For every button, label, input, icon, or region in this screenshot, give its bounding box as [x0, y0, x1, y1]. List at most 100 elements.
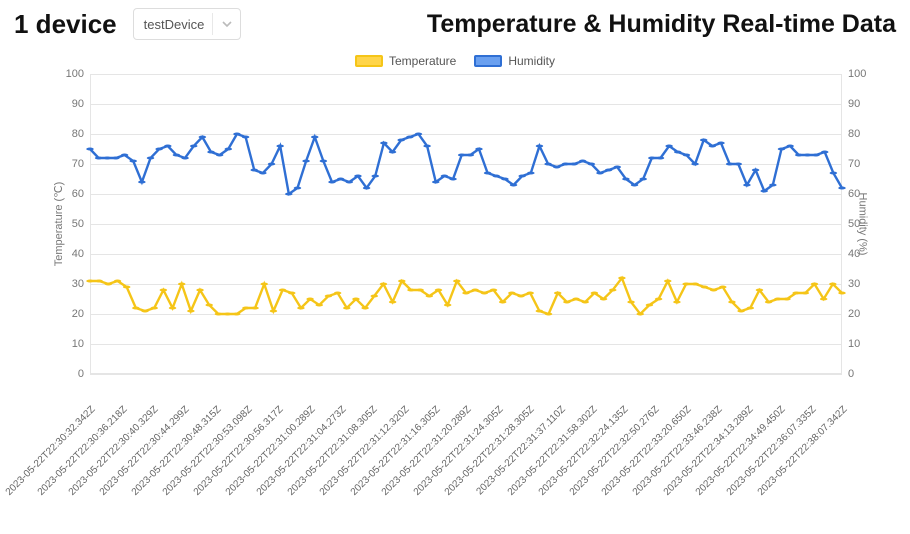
- data-point: [276, 145, 284, 148]
- data-point: [517, 295, 525, 298]
- data-point: [726, 163, 734, 166]
- data-point: [181, 157, 189, 160]
- data-point: [389, 151, 397, 154]
- data-point: [224, 313, 232, 316]
- data-point: [838, 292, 846, 295]
- device-select[interactable]: testDevice: [133, 8, 242, 40]
- data-point: [717, 142, 725, 145]
- plot: 0010102020303040405050606070708080909010…: [90, 74, 842, 374]
- data-point: [147, 157, 155, 160]
- data-point: [591, 292, 599, 295]
- y-tick-right: 50: [848, 218, 874, 230]
- data-point: [406, 136, 414, 139]
- data-point: [337, 178, 345, 181]
- data-point: [812, 154, 820, 157]
- data-point: [795, 154, 803, 157]
- data-point: [129, 160, 137, 163]
- data-point: [114, 280, 122, 283]
- legend-swatch-temperature: [355, 55, 383, 67]
- y-tick-right: 80: [848, 128, 874, 140]
- data-point: [700, 139, 708, 142]
- legend-item-humidity[interactable]: Humidity: [474, 54, 555, 68]
- data-point: [462, 292, 470, 295]
- data-point: [639, 178, 647, 181]
- y-tick-right: 10: [848, 338, 874, 350]
- legend: Temperature Humidity: [0, 54, 910, 68]
- legend-item-temperature[interactable]: Temperature: [355, 54, 456, 68]
- data-point: [778, 148, 786, 151]
- data-point: [138, 181, 146, 184]
- data-point: [361, 307, 369, 310]
- data-point: [510, 184, 518, 187]
- legend-swatch-humidity: [474, 55, 502, 67]
- data-point: [769, 184, 777, 187]
- data-point: [765, 301, 773, 304]
- data-point: [783, 298, 791, 301]
- data-point: [306, 298, 314, 301]
- y-tick-right: 90: [848, 98, 874, 110]
- data-point: [646, 304, 654, 307]
- data-point: [683, 154, 691, 157]
- data-point: [453, 280, 461, 283]
- data-point: [760, 190, 768, 193]
- data-point: [415, 133, 423, 136]
- chart-area: Temperature (℃) Humidity (%) 00101020203…: [18, 74, 892, 374]
- data-point: [334, 292, 342, 295]
- data-point: [527, 172, 535, 175]
- data-point: [735, 163, 743, 166]
- data-point: [710, 289, 718, 292]
- data-point: [190, 145, 198, 148]
- y-tick-left: 50: [60, 218, 84, 230]
- y-tick-right: 20: [848, 308, 874, 320]
- data-point: [423, 145, 431, 148]
- data-point: [389, 301, 397, 304]
- data-point: [352, 298, 360, 301]
- data-point: [458, 154, 466, 157]
- data-point: [596, 172, 604, 175]
- data-point: [622, 178, 630, 181]
- data-point: [225, 148, 233, 151]
- data-point: [86, 148, 94, 151]
- data-point: [251, 307, 259, 310]
- data-point: [371, 295, 379, 298]
- data-point: [121, 154, 129, 157]
- data-point: [242, 307, 250, 310]
- data-point: [416, 289, 424, 292]
- data-point: [490, 289, 498, 292]
- data-point: [709, 145, 717, 148]
- data-point: [160, 289, 168, 292]
- data-point: [207, 151, 215, 154]
- data-point: [311, 136, 319, 139]
- data-point: [774, 298, 782, 301]
- data-point: [492, 175, 500, 178]
- y-tick-left: 90: [60, 98, 84, 110]
- data-point: [398, 280, 406, 283]
- data-point: [581, 301, 589, 304]
- data-point: [371, 175, 379, 178]
- data-point: [665, 145, 673, 148]
- data-point: [285, 193, 293, 196]
- y-tick-left: 100: [60, 68, 84, 80]
- y-tick-right: 70: [848, 158, 874, 170]
- data-point: [164, 145, 172, 148]
- device-count: 1 device: [14, 9, 117, 40]
- data-point: [579, 160, 587, 163]
- data-point: [820, 298, 828, 301]
- data-point: [631, 184, 639, 187]
- data-point: [294, 187, 302, 190]
- data-point: [609, 289, 617, 292]
- data-point: [441, 175, 449, 178]
- data-point: [618, 277, 626, 280]
- grid-line: [90, 374, 842, 375]
- data-point: [250, 169, 258, 172]
- data-point: [614, 166, 622, 169]
- data-point: [316, 304, 324, 307]
- y-tick-left: 10: [60, 338, 84, 350]
- y-tick-left: 30: [60, 278, 84, 290]
- data-point: [104, 157, 112, 160]
- y-tick-left: 0: [60, 368, 84, 380]
- data-point: [701, 286, 709, 289]
- data-point: [786, 145, 794, 148]
- y-tick-right: 40: [848, 248, 874, 260]
- data-point: [570, 163, 578, 166]
